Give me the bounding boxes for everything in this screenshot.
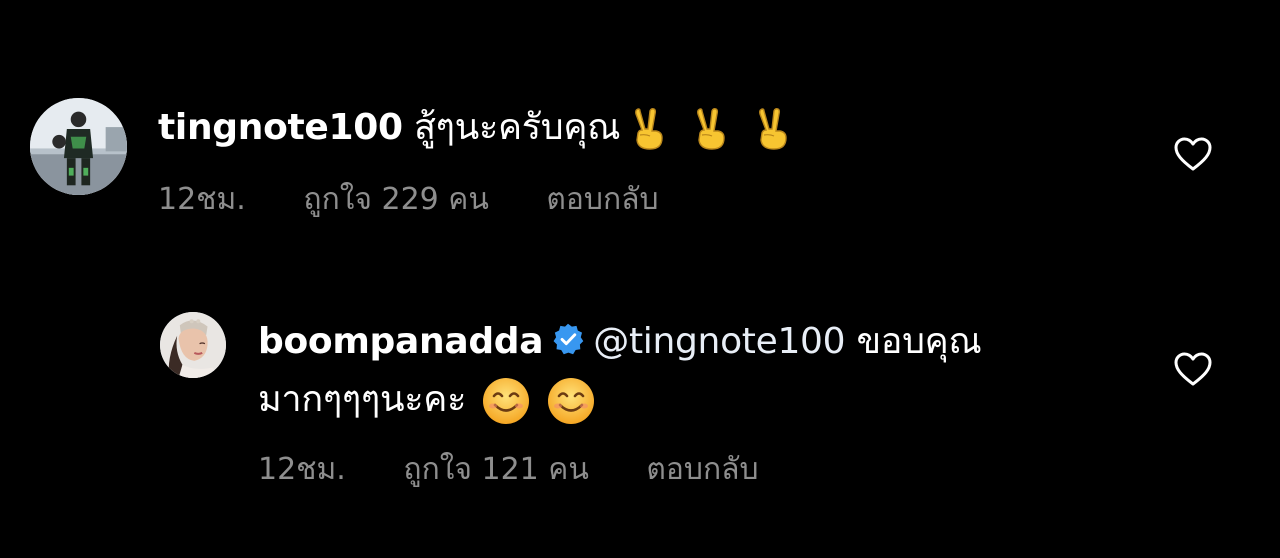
reply-button[interactable]: ตอบกลับ: [546, 182, 658, 218]
mention-link[interactable]: @tingnote100: [593, 321, 845, 362]
comment-text-line-1: boompanadda @tingnote100 ขอบคุณ: [258, 320, 982, 364]
reply-comment-item: boompanadda @tingnote100 ขอบคุณ มากๆๆๆนะ…: [0, 290, 1280, 510]
comment-text-line: tingnote100 สู้ๆนะครับคุณ: [158, 106, 794, 151]
avatar[interactable]: [30, 98, 127, 195]
reply-button[interactable]: ตอบกลับ: [646, 452, 758, 488]
victory-hand-emoji-icon: [750, 107, 794, 151]
heart-outline-icon[interactable]: [1173, 136, 1213, 172]
verified-badge-icon: [551, 322, 585, 356]
username-link[interactable]: tingnote100: [158, 107, 403, 148]
victory-hand-emoji-icon: [626, 107, 670, 151]
comment-meta: 12ชม. ถูกใจ 121 คน ตอบกลับ: [258, 452, 759, 488]
likes-count-link[interactable]: ถูกใจ 121 คน: [403, 452, 588, 488]
heart-outline-icon[interactable]: [1173, 351, 1213, 387]
comment-text: สู้ๆนะครับคุณ: [413, 107, 621, 148]
smiling-face-emoji-icon: [481, 376, 531, 426]
username-link[interactable]: boompanadda: [258, 321, 544, 362]
comment-meta: 12ชม. ถูกใจ 229 คน ตอบกลับ: [158, 182, 659, 218]
likes-count-link[interactable]: ถูกใจ 229 คน: [303, 182, 488, 218]
comment-timestamp: 12ชม.: [258, 452, 346, 487]
smiling-face-emoji-icon: [546, 376, 596, 426]
avatar[interactable]: [160, 312, 226, 378]
comment-text-line-2: มากๆๆๆนะคะ: [258, 376, 596, 426]
comment-item: tingnote100 สู้ๆนะครับคุณ 12ชม. ถูกใจ 22…: [0, 0, 1280, 260]
comment-timestamp: 12ชม.: [158, 182, 246, 217]
comment-text: ขอบคุณ: [856, 321, 982, 362]
comment-text: มากๆๆๆนะคะ: [258, 379, 467, 420]
victory-hand-emoji-icon: [688, 107, 732, 151]
